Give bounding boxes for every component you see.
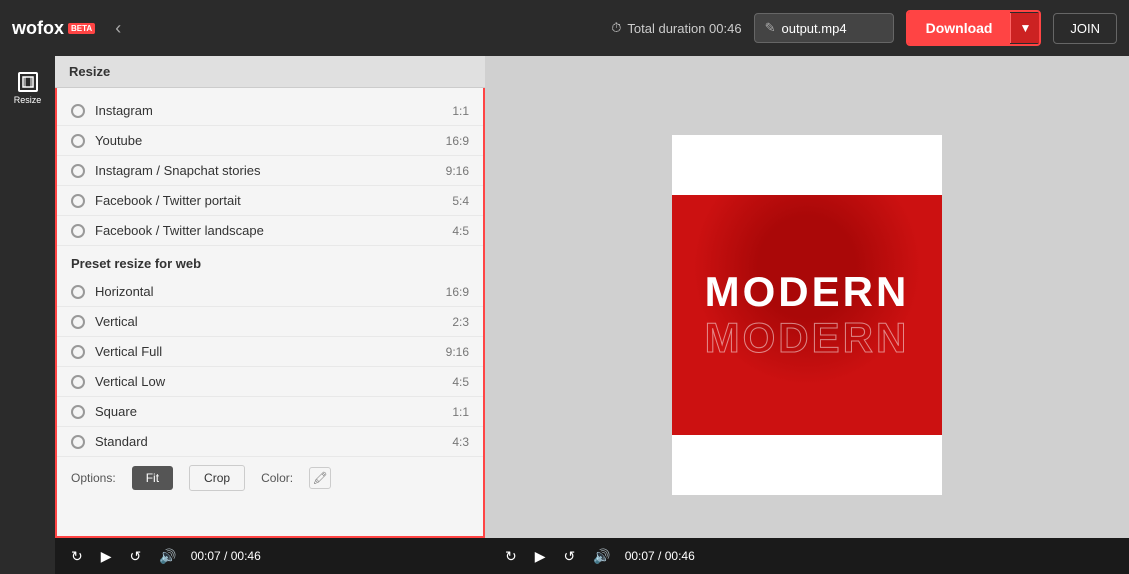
video-frame: MODERN MODERN [672, 135, 942, 495]
video-bottom-white [672, 435, 942, 495]
option-ig-stories-label: Instagram / Snapchat stories [95, 163, 424, 178]
video-text-modern: MODERN [705, 269, 910, 315]
resize-icon [18, 72, 38, 92]
panel-bottom-bar: ↻ ▶ ↺ 🔊 00:07 / 00:46 [55, 538, 485, 574]
option-vertical-full[interactable]: Vertical Full 9:16 [57, 337, 483, 367]
preview-area: MODERN MODERN ↻ ▶ ↺ 🔊 00:07 / 00:46 [485, 56, 1129, 574]
option-square[interactable]: Square 1:1 [57, 397, 483, 427]
logo: wofox BETA [12, 18, 95, 39]
download-group: Download ▼ [906, 10, 1042, 46]
sidebar-resize-label: Resize [14, 95, 42, 105]
color-label: Color: [261, 471, 293, 485]
option-horizontal[interactable]: Horizontal 16:9 [57, 277, 483, 307]
option-horizontal-label: Horizontal [95, 284, 424, 299]
download-button[interactable]: Download [908, 12, 1011, 44]
option-square-ratio: 1:1 [434, 405, 469, 419]
option-fb-portrait[interactable]: Facebook / Twitter portait 5:4 [57, 186, 483, 216]
option-standard-ratio: 4:3 [434, 435, 469, 449]
option-instagram[interactable]: Instagram 1:1 [57, 96, 483, 126]
filename-input[interactable]: ✎ output.mp4 [754, 13, 894, 43]
option-vertical-full-label: Vertical Full [95, 344, 424, 359]
filename-text: output.mp4 [782, 21, 847, 36]
crop-button[interactable]: Crop [189, 465, 245, 491]
option-youtube-label: Youtube [95, 133, 424, 148]
join-button[interactable]: JOIN [1053, 13, 1117, 44]
preview-play-button[interactable]: ▶ [531, 546, 550, 567]
preview-forward-button[interactable]: ↺ [560, 546, 580, 567]
sidebar-item-resize[interactable]: Resize [0, 64, 55, 113]
preview-timecode: 00:07 / 00:46 [625, 549, 695, 563]
fit-button[interactable]: Fit [132, 466, 173, 490]
option-fb-landscape[interactable]: Facebook / Twitter landscape 4:5 [57, 216, 483, 246]
option-ig-stories-ratio: 9:16 [434, 164, 469, 178]
radio-fb-portrait [71, 194, 85, 208]
radio-square [71, 405, 85, 419]
download-dropdown-button[interactable]: ▼ [1010, 13, 1039, 43]
resize-panel: Resize Instagram 1:1 Youtube 16:9 Instag… [55, 56, 485, 574]
option-vertical-low[interactable]: Vertical Low 4:5 [57, 367, 483, 397]
topbar: wofox BETA ‹ ⏱ Total duration 00:46 ✎ ou… [0, 0, 1129, 56]
option-standard[interactable]: Standard 4:3 [57, 427, 483, 457]
logo-badge: BETA [68, 23, 95, 34]
option-youtube-ratio: 16:9 [434, 134, 469, 148]
options-label: Options: [71, 471, 116, 485]
option-fb-portrait-label: Facebook / Twitter portait [95, 193, 424, 208]
web-section-title: Preset resize for web [57, 246, 483, 277]
radio-youtube [71, 134, 85, 148]
preview-volume-button[interactable]: 🔊 [589, 546, 614, 567]
resize-title: Resize [69, 64, 110, 79]
text-overlay: MODERN MODERN [705, 269, 910, 361]
option-horizontal-ratio: 16:9 [434, 285, 469, 299]
radio-vertical [71, 315, 85, 329]
video-content: MODERN MODERN [672, 195, 942, 435]
video-top-white [672, 135, 942, 195]
option-instagram-ratio: 1:1 [434, 104, 469, 118]
back-button[interactable]: ‹ [107, 14, 129, 43]
option-instagram-label: Instagram [95, 103, 424, 118]
option-vertical-low-ratio: 4:5 [434, 375, 469, 389]
sidebar: Resize [0, 56, 55, 574]
option-fb-portrait-ratio: 5:4 [434, 194, 469, 208]
radio-horizontal [71, 285, 85, 299]
resize-panel-header: Resize [55, 56, 485, 88]
volume-button[interactable]: 🔊 [155, 546, 180, 567]
eyedropper-icon: 🖍 [312, 471, 327, 485]
resize-panel-body: Instagram 1:1 Youtube 16:9 Instagram / S… [55, 88, 485, 538]
main-layout: Resize Resize Instagram 1:1 Youtube 16:9… [0, 56, 1129, 574]
options-row: Options: Fit Crop Color: 🖍 [57, 457, 483, 499]
option-vertical[interactable]: Vertical 2:3 [57, 307, 483, 337]
forward-button[interactable]: ↺ [126, 546, 146, 567]
clock-icon: ⏱ [611, 20, 621, 36]
option-youtube[interactable]: Youtube 16:9 [57, 126, 483, 156]
replay-button[interactable]: ↻ [67, 546, 87, 567]
duration-label: Total duration 00:46 [627, 21, 741, 36]
option-fb-landscape-label: Facebook / Twitter landscape [95, 223, 424, 238]
radio-vertical-low [71, 375, 85, 389]
preview-replay-button[interactable]: ↻ [501, 546, 521, 567]
radio-vertical-full [71, 345, 85, 359]
radio-fb-landscape [71, 224, 85, 238]
option-vertical-ratio: 2:3 [434, 315, 469, 329]
option-vertical-low-label: Vertical Low [95, 374, 424, 389]
video-text-modern-outline: MODERN [705, 315, 910, 361]
edit-icon: ✎ [765, 20, 776, 36]
option-vertical-label: Vertical [95, 314, 424, 329]
radio-ig-stories [71, 164, 85, 178]
color-picker-button[interactable]: 🖍 [309, 467, 331, 489]
preview-bottom-bar: ↻ ▶ ↺ 🔊 00:07 / 00:46 [485, 538, 1129, 574]
logo-text: wofox [12, 18, 64, 39]
option-vertical-full-ratio: 9:16 [434, 345, 469, 359]
option-ig-stories[interactable]: Instagram / Snapchat stories 9:16 [57, 156, 483, 186]
panel-timecode: 00:07 / 00:46 [191, 549, 261, 563]
radio-instagram [71, 104, 85, 118]
duration-info: ⏱ Total duration 00:46 [611, 20, 741, 36]
option-fb-landscape-ratio: 4:5 [434, 224, 469, 238]
option-square-label: Square [95, 404, 424, 419]
play-button[interactable]: ▶ [97, 546, 116, 567]
option-standard-label: Standard [95, 434, 424, 449]
radio-standard [71, 435, 85, 449]
